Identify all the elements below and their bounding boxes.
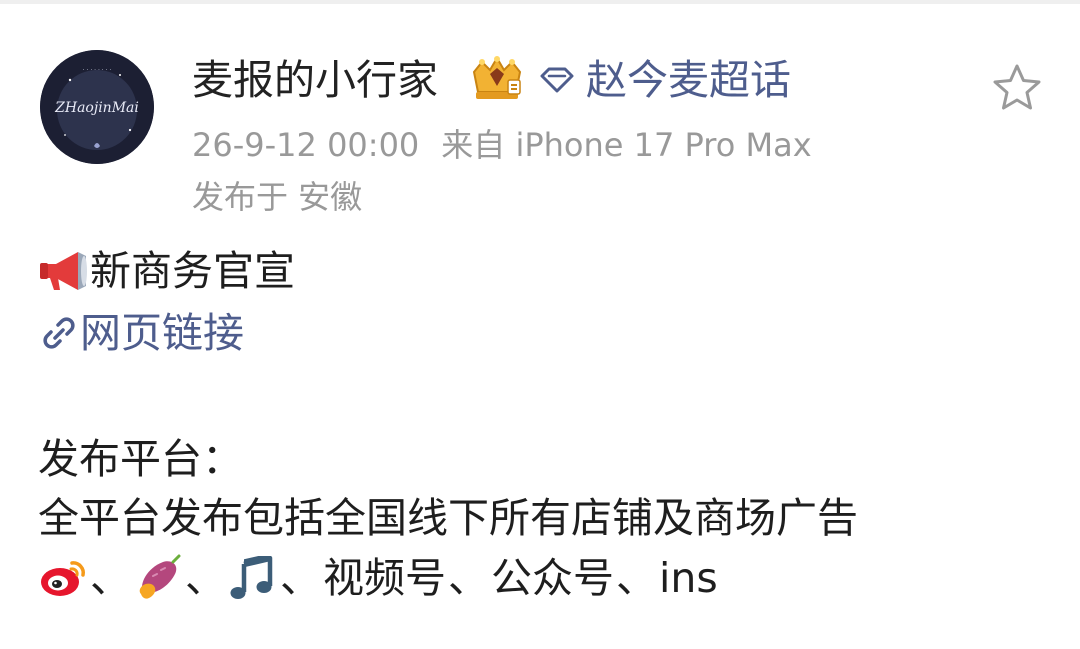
username[interactable]: 麦报的小行家	[192, 52, 438, 108]
platform-public: 公众号	[491, 554, 614, 602]
weibo-icon	[41, 561, 85, 596]
link-label: 网页链接	[80, 309, 244, 357]
separator: 、	[448, 554, 489, 602]
svg-text:· · · · · · · ·: · · · · · · · ·	[83, 67, 112, 74]
megaphone-icon	[40, 252, 87, 290]
topic-label: 赵今麦超话	[586, 56, 791, 104]
location: 发布于 安徽	[192, 178, 363, 216]
weibo-post: · · · · · · · · ZHaojinMai 麦报的小行家 赵今麦超话	[0, 0, 1080, 649]
crown-badge-icon[interactable]	[468, 56, 526, 102]
topic-link[interactable]: 赵今麦超话	[538, 52, 791, 108]
separator: 、	[90, 554, 131, 602]
platform-list: 、 、 、 视频号 、 公众号 、 ins	[38, 550, 718, 606]
diamond-topic-icon	[540, 67, 574, 93]
post-meta: 26-9-12 00:00 来自 iPhone 17 Pro Max	[192, 122, 812, 168]
separator: 、	[280, 554, 321, 602]
timestamp: 26-9-12 00:00	[192, 126, 420, 164]
avatar-text: ZHaojinMai	[54, 100, 139, 116]
device-source[interactable]: 来自 iPhone 17 Pro Max	[441, 126, 811, 164]
web-link[interactable]: 网页链接	[38, 305, 244, 361]
platform-heading: 发布平台：	[38, 435, 243, 483]
announce-text: 新商务官宣	[90, 247, 295, 295]
star-icon[interactable]	[990, 62, 1044, 114]
link-icon	[43, 317, 75, 349]
music-note-icon	[230, 556, 273, 599]
platform-ins: ins	[659, 554, 718, 602]
avatar[interactable]: · · · · · · · · ZHaojinMai	[40, 50, 154, 164]
separator: 、	[185, 554, 226, 602]
separator: 、	[616, 554, 657, 602]
sweet-potato-icon	[139, 554, 181, 599]
platform-video: 视频号	[323, 554, 446, 602]
announce-line: 新商务官宣	[38, 243, 295, 299]
platform-description: 全平台发布包括全国线下所有店铺及商场广告	[38, 494, 858, 542]
